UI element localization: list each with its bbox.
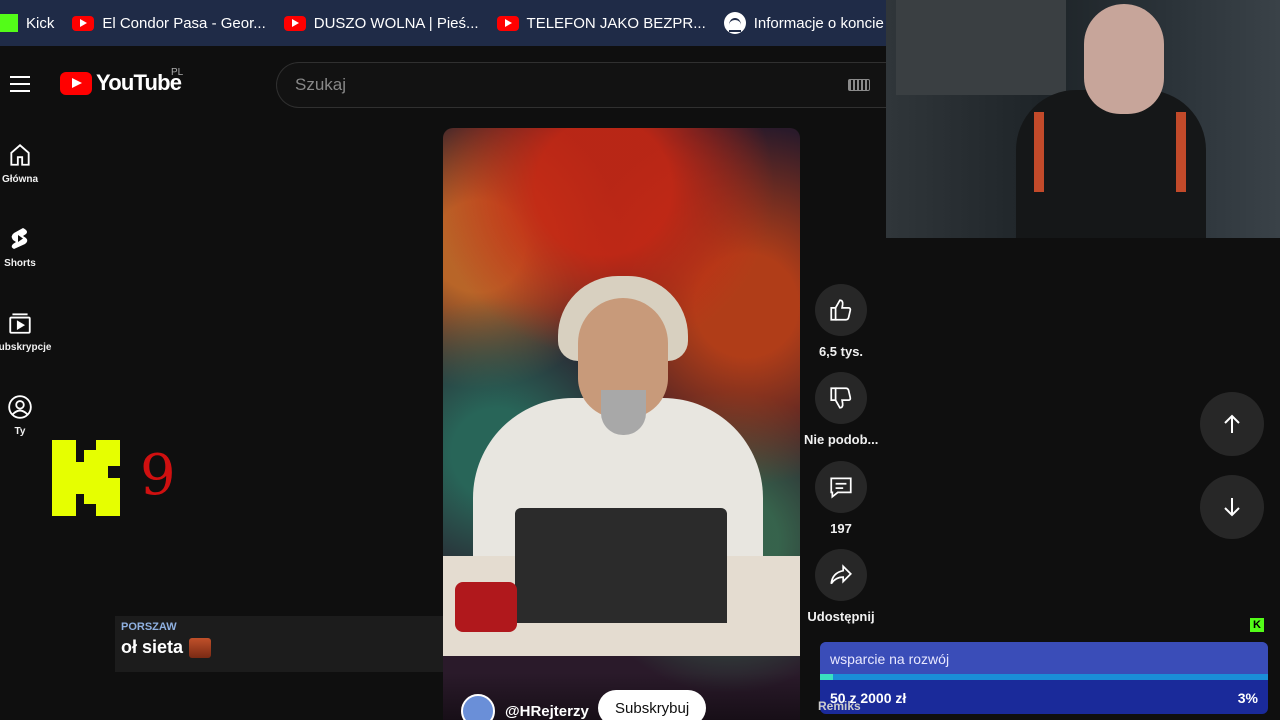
emote-icon — [189, 637, 212, 658]
search-input[interactable]: Szukaj — [276, 62, 886, 108]
bookmark-el-condor-pasa[interactable]: El Condor Pasa - Geor... — [72, 14, 266, 32]
remix-label[interactable]: Remiks — [818, 699, 861, 713]
comments-button[interactable] — [815, 461, 867, 513]
previous-short-button[interactable] — [1200, 392, 1264, 456]
kick-logo-icon — [52, 440, 120, 516]
like-action: 6,5 tys. — [804, 284, 878, 359]
arrow-up-icon — [1224, 414, 1240, 433]
bookmark-spotify-account[interactable]: Informacje o koncie - — [723, 12, 893, 34]
goal-progress-fill — [820, 674, 834, 680]
home-icon — [10, 144, 30, 166]
subscribe-button[interactable]: Subskrybuj — [598, 690, 707, 720]
share-label: Udostępnij — [807, 609, 875, 624]
goal-title: wsparcie na rozwój — [830, 651, 950, 667]
video-beard — [601, 390, 646, 435]
thumbs-down-icon — [830, 387, 852, 409]
youtube-icon — [496, 15, 519, 31]
sidebar-item-label: Shorts — [4, 258, 36, 269]
hamburger-menu-icon[interactable] — [10, 76, 30, 92]
channel-info[interactable]: @HRejterzy — [461, 694, 589, 720]
youtube-logo[interactable]: YouTube PL — [60, 67, 184, 96]
search-placeholder: Szukaj — [295, 75, 347, 94]
share-action: Udostępnij — [804, 549, 878, 624]
account-icon — [8, 395, 32, 419]
video-laptop — [515, 508, 727, 623]
sidebar-item-home[interactable]: Główna — [0, 142, 40, 185]
keyboard-icon[interactable] — [848, 79, 870, 91]
like-button[interactable] — [815, 284, 867, 336]
share-button[interactable] — [815, 549, 867, 601]
youtube-icon — [72, 15, 95, 31]
kick-small-icon: K — [1250, 618, 1264, 632]
shorts-icon — [11, 228, 28, 249]
comment-count: 197 — [830, 521, 852, 536]
sidebar-item-label: Subskrypcje — [0, 342, 52, 353]
sidebar-item-you[interactable]: Ty — [0, 394, 40, 437]
bookmarks-bar: Kick El Condor Pasa - Geor... DUSZO WOLN… — [0, 0, 893, 46]
goal-percent: 3% — [1237, 690, 1258, 706]
dislike-label: Nie podob... — [804, 432, 878, 447]
youtube-play-icon — [60, 71, 92, 95]
webcam-feed — [886, 0, 1280, 238]
bookmark-label: Kick — [26, 14, 55, 32]
dislike-button[interactable] — [815, 372, 867, 424]
sidebar-item-subscriptions[interactable]: Subskrypcje — [0, 310, 52, 353]
comments-action: 197 — [804, 461, 878, 536]
video-telephone — [455, 582, 517, 632]
kick-icon — [0, 14, 18, 32]
chat-message: PORSZAW oł sieta — [115, 616, 445, 672]
spotify-icon — [723, 12, 746, 34]
country-code: PL — [171, 67, 184, 78]
donation-goal-widget: wsparcie na rozwój 50 z 2000 zł 3% — [820, 642, 1268, 714]
thumbs-up-icon — [830, 299, 852, 321]
bookmark-kick[interactable]: Kick — [0, 14, 54, 32]
screen: Kick El Condor Pasa - Geor... DUSZO WOLN… — [0, 0, 1280, 720]
kick-viewer-count: 9 — [140, 443, 176, 508]
sidebar-item-label: Główna — [1, 174, 39, 185]
share-icon — [830, 564, 852, 585]
youtube-icon — [283, 15, 306, 31]
like-count: 6,5 tys. — [818, 344, 864, 359]
bookmark-label: Informacje o koncie - — [753, 14, 893, 32]
logo-text: YouTube — [96, 70, 182, 95]
arrow-down-icon — [1224, 498, 1240, 517]
sidebar-item-label: Ty — [14, 426, 26, 437]
subscriptions-icon — [9, 313, 31, 334]
dislike-action: Nie podob... — [804, 372, 878, 447]
goal-progress-track — [820, 674, 1268, 680]
short-video-player[interactable]: @HRejterzy Subskrybuj — [443, 128, 800, 720]
bookmark-duszo-wolna[interactable]: DUSZO WOLNA | Pieś... — [283, 14, 479, 32]
channel-avatar[interactable] — [461, 694, 495, 720]
next-short-button[interactable] — [1200, 475, 1264, 539]
sidebar-item-shorts[interactable]: Shorts — [0, 226, 40, 269]
channel-handle[interactable]: @HRejterzy — [505, 703, 589, 720]
bookmark-label: El Condor Pasa - Geor... — [102, 14, 266, 32]
chat-message-text: oł sieta — [121, 637, 184, 657]
comment-icon — [830, 477, 852, 499]
bookmark-telefon[interactable]: TELEFON JAKO BEZPR... — [496, 14, 706, 32]
chat-username: PORSZAW — [121, 621, 177, 633]
bookmark-label: TELEFON JAKO BEZPR... — [526, 14, 706, 32]
bookmark-label: DUSZO WOLNA | Pieś... — [313, 14, 479, 32]
